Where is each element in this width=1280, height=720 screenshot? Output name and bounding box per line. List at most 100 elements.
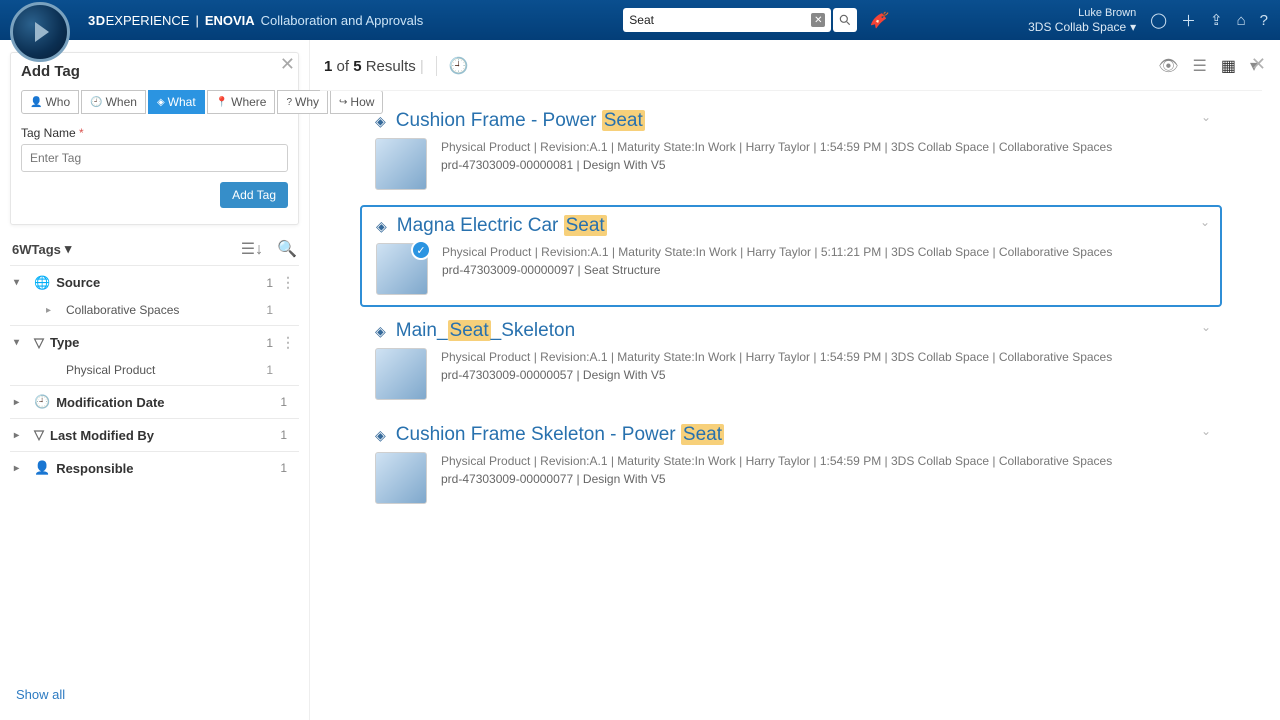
sidebar-close-icon[interactable]: ✕	[280, 54, 295, 75]
result-item[interactable]: ⌄◈Magna Electric Car Seat Physical Produc…	[360, 205, 1222, 307]
list-view-icon[interactable]: ☰	[1193, 56, 1207, 76]
tile-view-icon[interactable]: ▦	[1221, 56, 1236, 76]
result-item[interactable]: ⌄◈Main_Seat_Skeleton Physical Product | R…	[360, 311, 1222, 411]
person-icon: 👤	[34, 460, 50, 476]
filter-search-icon[interactable]: 🔍	[277, 239, 297, 259]
results-area: ✕ 1 of 5 Results | 🕘 👁 ☰ ▦ ▾ ⌄◈Cushion F…	[310, 40, 1280, 720]
clock-icon: 🕘	[34, 394, 50, 410]
chip-where[interactable]: 📍Where	[207, 90, 276, 114]
sidebar: ✕ Add Tag 👤Who 🕘When ◈What 📍Where ?Why ↪…	[0, 40, 310, 720]
show-all-link[interactable]: Show all	[16, 687, 65, 702]
question-icon: ?	[286, 97, 292, 108]
object-icon: ◈	[375, 427, 386, 444]
result-title[interactable]: ◈Cushion Frame - Power Seat	[375, 110, 1207, 132]
more-icon[interactable]: ⋮	[281, 334, 295, 351]
results-close-icon[interactable]: ✕	[1251, 54, 1266, 75]
cube-icon: ◈	[157, 97, 165, 108]
object-icon: ◈	[375, 323, 386, 340]
chip-what[interactable]: ◈What	[148, 90, 205, 114]
result-title[interactable]: ◈Cushion Frame Skeleton - Power Seat	[375, 424, 1207, 446]
facet-source: ▾ 🌐 Source 1 ⋮ ▸ Collaborative Spaces 1	[10, 265, 299, 325]
main: ✕ Add Tag 👤Who 🕘When ◈What 📍Where ?Why ↪…	[0, 40, 1280, 720]
funnel-icon: ▽	[34, 335, 44, 351]
result-thumbnail	[375, 452, 427, 504]
compass-icon[interactable]	[10, 2, 70, 62]
result-chevron-icon[interactable]: ⌄	[1201, 110, 1211, 124]
result-chevron-icon[interactable]: ⌄	[1200, 215, 1210, 229]
object-icon: ◈	[376, 218, 387, 235]
facet-type: ▾ ▽ Type 1 ⋮ ▸ Physical Product 1	[10, 325, 299, 385]
result-meta: Physical Product | Revision:A.1 | Maturi…	[442, 243, 1112, 295]
add-icon[interactable]: ＋	[1181, 10, 1196, 31]
facet-responsible: ▸ 👤 Responsible 1	[10, 451, 299, 484]
divider: |	[420, 58, 424, 75]
view-icons: 👁 ☰ ▦ ▾	[1158, 56, 1258, 76]
search-button[interactable]	[833, 8, 857, 32]
result-thumbnail	[375, 348, 427, 400]
search-wrap: ✕ 🔖	[623, 8, 889, 32]
results-count: 1 of 5 Results |	[324, 58, 424, 75]
chevron-down-icon: ▾	[14, 277, 24, 288]
result-chevron-icon[interactable]: ⌄	[1201, 424, 1211, 438]
facet-moddate: ▸ 🕘 Modification Date 1	[10, 385, 299, 418]
chevron-down-icon: ▾	[1130, 20, 1136, 34]
person-icon: 👤	[30, 97, 42, 108]
add-tag-panel: Add Tag 👤Who 🕘When ◈What 📍Where ?Why ↪Ho…	[10, 52, 299, 225]
search-icon	[838, 13, 852, 27]
sixw-chips: 👤Who 🕘When ◈What 📍Where ?Why ↪How	[21, 90, 288, 114]
funnel-icon: ▽	[34, 427, 44, 443]
brand: 3DEXPERIENCE | ENOVIA Collaboration and …	[88, 13, 423, 28]
facet-type-child[interactable]: ▸ Physical Product 1	[10, 359, 299, 385]
tag-name-label: Tag Name *	[21, 126, 288, 140]
chevron-right-icon: ▸	[14, 463, 24, 474]
result-title[interactable]: ◈Main_Seat_Skeleton	[375, 320, 1207, 342]
chevron-down-icon: ▾	[14, 337, 24, 348]
share-icon[interactable]: ⇪	[1210, 11, 1223, 29]
result-title[interactable]: ◈Magna Electric Car Seat	[376, 215, 1206, 237]
results-list: ⌄◈Cushion Frame - Power SeatPhysical Pro…	[320, 91, 1262, 515]
search-box: ✕	[623, 8, 831, 32]
result-item[interactable]: ⌄◈Cushion Frame Skeleton - Power Seat Phy…	[360, 415, 1222, 515]
globe-icon: 🌐	[34, 275, 50, 291]
result-meta: Physical Product | Revision:A.1 | Maturi…	[441, 138, 1112, 190]
chevron-right-icon: ▸	[46, 305, 56, 316]
collab-space: 3DS Collab Space	[1028, 20, 1126, 34]
facet-lastmod: ▸ ▽ Last Modified By 1	[10, 418, 299, 451]
result-thumbnail	[376, 243, 428, 295]
tag-name-input[interactable]	[21, 144, 288, 172]
facet-source-child[interactable]: ▸ Collaborative Spaces 1	[10, 299, 299, 325]
result-meta: Physical Product | Revision:A.1 | Maturi…	[441, 348, 1112, 400]
add-tag-title: Add Tag	[21, 63, 288, 80]
help-icon[interactable]: ?	[1260, 12, 1268, 29]
preview-icon[interactable]: 👁	[1158, 56, 1178, 76]
profile-icon[interactable]: ◯	[1150, 11, 1167, 29]
facet-list: ▾ 🌐 Source 1 ⋮ ▸ Collaborative Spaces 1 …	[6, 265, 303, 484]
clock-icon: 🕘	[90, 97, 102, 108]
sort-icon[interactable]: ☰↓	[241, 239, 263, 259]
result-thumbnail	[375, 138, 427, 190]
top-right: Luke Brown 3DS Collab Space ▾ ◯ ＋ ⇪ ⌂ ?	[1028, 6, 1280, 34]
more-icon[interactable]: ⋮	[281, 274, 295, 291]
search-input[interactable]	[629, 13, 811, 27]
result-chevron-icon[interactable]: ⌄	[1201, 320, 1211, 334]
result-item[interactable]: ⌄◈Cushion Frame - Power Seat Physical Pro…	[360, 101, 1222, 201]
result-meta: Physical Product | Revision:A.1 | Maturi…	[441, 452, 1112, 504]
results-header: 1 of 5 Results | 🕘 👁 ☰ ▦ ▾	[320, 50, 1262, 91]
object-icon: ◈	[375, 113, 386, 130]
chevron-down-icon: ▾	[65, 241, 72, 257]
tag-icon[interactable]: 🔖	[869, 10, 889, 30]
history-icon[interactable]: 🕘	[436, 56, 469, 76]
chip-when[interactable]: 🕘When	[81, 90, 146, 114]
sixwtags-toggle[interactable]: 6WTags▾	[12, 241, 71, 257]
home-icon[interactable]: ⌂	[1237, 12, 1246, 29]
chevron-right-icon: ▸	[14, 397, 24, 408]
add-tag-button[interactable]: Add Tag	[220, 182, 288, 208]
chevron-right-icon: ▸	[14, 430, 24, 441]
user-block[interactable]: Luke Brown 3DS Collab Space ▾	[1028, 6, 1136, 34]
top-bar: 3DEXPERIENCE | ENOVIA Collaboration and …	[0, 0, 1280, 40]
pin-icon: 📍	[216, 97, 228, 108]
chip-who[interactable]: 👤Who	[21, 90, 79, 114]
sixw-row: 6WTags▾ ☰↓ 🔍	[6, 225, 303, 265]
user-name: Luke Brown	[1028, 6, 1136, 20]
search-clear-icon[interactable]: ✕	[811, 13, 825, 27]
